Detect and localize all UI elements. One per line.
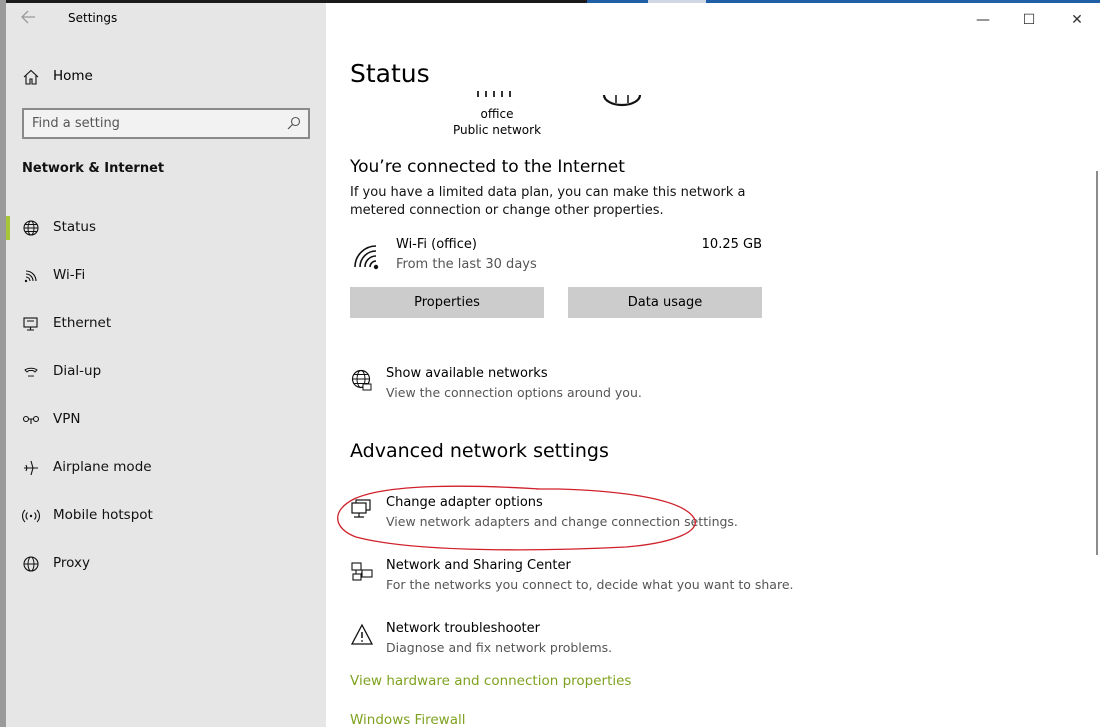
globe-icon: [23, 220, 39, 236]
link-description: Diagnose and fix network problems.: [386, 640, 613, 655]
adapter-icon: [351, 499, 371, 518]
globe-icon-fragment: [602, 95, 642, 107]
dialup-icon: [24, 367, 38, 377]
view-hardware-properties-link[interactable]: View hardware and connection properties: [350, 673, 631, 689]
sidebar-item-vpn[interactable]: VPN: [6, 402, 326, 438]
page-title: Status: [350, 59, 430, 88]
app-title: Settings: [68, 11, 118, 25]
wifi-signal-icon: [354, 245, 379, 270]
usage-period: From the last 30 days: [396, 257, 537, 272]
minimize-button[interactable]: —: [960, 7, 1006, 33]
sidebar-item-label: VPN: [53, 411, 81, 427]
properties-button[interactable]: Properties: [350, 287, 544, 318]
scrollbar[interactable]: [1096, 171, 1098, 555]
warning-icon: [350, 623, 374, 645]
window-controls: — ☐ ✕: [960, 3, 1100, 35]
sidebar-item-dialup[interactable]: Dial-up: [6, 354, 326, 390]
close-button[interactable]: ✕: [1054, 7, 1100, 33]
sidebar-item-wifi[interactable]: Wi-Fi: [6, 258, 326, 294]
network-icon-fragment: [477, 91, 511, 97]
sidebar-item-ethernet[interactable]: Ethernet: [6, 306, 326, 342]
link-description: View the connection options around you.: [386, 385, 642, 400]
sidebar-item-label: Dial-up: [53, 363, 102, 379]
sidebar-item-label: Wi-Fi: [53, 267, 86, 283]
sidebar-item-label: Mobile hotspot: [53, 507, 153, 523]
sidebar-item-hotspot[interactable]: Mobile hotspot: [6, 498, 326, 534]
sidebar-item-label: Status: [53, 219, 97, 235]
usage-amount: 10.25 GB: [701, 237, 762, 252]
connection-status-description: If you have a limited data plan, you can…: [350, 185, 746, 218]
title-bar: Settings: [6, 3, 326, 35]
network-troubleshooter-link[interactable]: Network troubleshooter Diagnose and fix …: [350, 621, 950, 661]
network-name: office: [480, 107, 514, 121]
sidebar: Settings Home Network & Internet Status …: [6, 3, 326, 727]
back-button[interactable]: [20, 9, 42, 29]
sidebar-item-label: Airplane mode: [53, 459, 152, 475]
wifi-icon: [24, 270, 37, 283]
red-annotation-circle: [337, 485, 696, 551]
sidebar-item-proxy[interactable]: Proxy: [6, 546, 326, 582]
search-box[interactable]: [22, 108, 310, 139]
data-usage-button[interactable]: Data usage: [568, 287, 762, 318]
link-description: For the networks you connect to, decide …: [386, 577, 794, 592]
windows-firewall-link[interactable]: Windows Firewall: [350, 712, 465, 727]
sidebar-item-label: Proxy: [53, 555, 90, 571]
search-input[interactable]: [32, 114, 282, 133]
data-usage-summary: Wi-Fi (office) From the last 30 days 10.…: [350, 233, 762, 283]
show-networks-link[interactable]: Show available networks View the connect…: [350, 366, 950, 406]
sharing-center-icon: [351, 562, 373, 581]
search-icon[interactable]: [287, 116, 301, 130]
home-icon: [23, 69, 39, 85]
link-title: Show available networks: [386, 366, 548, 381]
maximize-button[interactable]: ☐: [1006, 7, 1052, 33]
usage-network-name: Wi-Fi (office): [396, 237, 477, 252]
hotspot-icon: [22, 509, 40, 523]
selection-indicator: [6, 216, 10, 240]
back-arrow-icon: [21, 10, 35, 24]
main-content: — ☐ ✕ Status office Public network You’r…: [326, 3, 1100, 727]
connection-status-title: You’re connected to the Internet: [350, 157, 625, 177]
network-sharing-center-link[interactable]: Network and Sharing Center For the netwo…: [350, 558, 950, 598]
network-type: Public network: [452, 123, 542, 137]
advanced-settings-heading: Advanced network settings: [350, 440, 609, 462]
vpn-icon: [22, 415, 40, 424]
sidebar-item-airplane[interactable]: Airplane mode: [6, 450, 326, 486]
sidebar-item-label: Ethernet: [53, 315, 112, 331]
change-adapter-options-link[interactable]: Change adapter options View network adap…: [350, 495, 950, 535]
globe-network-icon: [351, 369, 372, 391]
link-title: Change adapter options: [386, 495, 543, 510]
link-title: Network troubleshooter: [386, 621, 540, 636]
link-description: View network adapters and change connect…: [386, 514, 738, 529]
sidebar-item-status[interactable]: Status: [6, 210, 326, 246]
sidebar-section-title: Network & Internet: [22, 161, 165, 176]
link-title: Network and Sharing Center: [386, 558, 571, 573]
sidebar-item-label: Home: [53, 68, 93, 84]
airplane-icon: [24, 460, 38, 476]
globe-icon: [23, 556, 39, 572]
ethernet-icon: [23, 317, 38, 331]
sidebar-item-home[interactable]: Home: [6, 61, 326, 93]
